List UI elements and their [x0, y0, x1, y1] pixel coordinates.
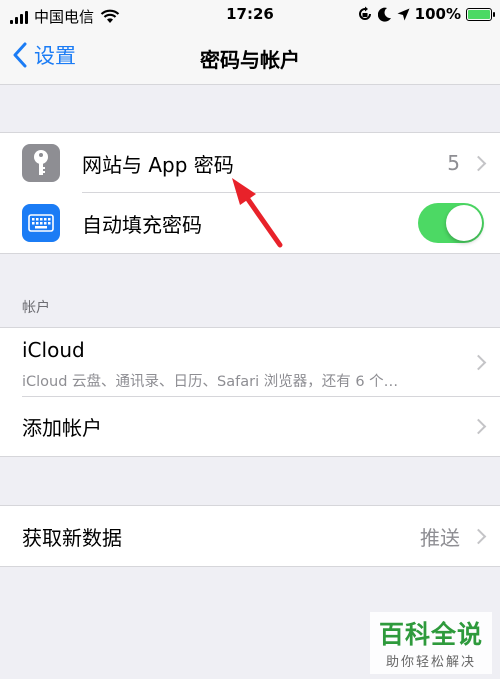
website-passwords-label: 网站与 App 密码: [82, 152, 234, 177]
keyboard-icon: [22, 204, 60, 242]
icloud-subtitle: iCloud 云盘、通讯录、日历、Safari 浏览器，还有 6 个…: [22, 374, 399, 390]
add-account-label: 添加帐户: [22, 416, 102, 440]
battery-fill: [468, 9, 490, 19]
watermark-sub: 助你轻松解决: [385, 655, 476, 670]
battery-percent: 100%: [414, 5, 461, 23]
status-right: 100%: [357, 5, 495, 23]
add-account-row[interactable]: 添加帐户: [22, 396, 500, 456]
chevron-right-icon: [470, 354, 487, 371]
toggle-knob: [446, 205, 482, 241]
chevron-right-icon: [470, 528, 487, 544]
watermark-main: 百科全说: [378, 620, 483, 649]
rotation-lock-icon: [358, 6, 371, 20]
location-icon: [397, 8, 410, 20]
watermark-logo: 百科全说 助你轻松解决: [370, 612, 492, 674]
fetch-group: 获取新数据 推送: [0, 505, 500, 567]
passwords-group: 网站与 App 密码 5 .group .row-sep::after{left…: [0, 132, 500, 254]
website-passwords-count: 5: [447, 151, 460, 175]
chevron-right-icon: [470, 155, 487, 171]
battery-icon: [466, 7, 495, 21]
chevron-right-icon: [470, 418, 487, 435]
key-icon: [22, 144, 60, 182]
fetch-new-data-value: 推送: [420, 525, 460, 550]
website-passwords-row[interactable]: 网站与 App 密码 5: [0, 133, 500, 193]
moon-icon: [377, 7, 391, 22]
accounts-section-header: 帐户: [22, 300, 50, 316]
autofill-label: 自动填充密码: [82, 212, 202, 237]
accounts-group: iCloud 添加帐户: [0, 327, 500, 457]
page-title: 密码与帐户: [200, 48, 300, 72]
fetch-new-data-row[interactable]: 获取新数据 推送: [0, 506, 500, 566]
icloud-label: iCloud: [22, 338, 85, 362]
fetch-new-data-label: 获取新数据: [22, 525, 122, 550]
status-bar: 中国电信 17:26 100%: [0, 0, 500, 30]
navigation-bar: 设置 密码与帐户: [0, 30, 500, 85]
autofill-toggle[interactable]: [418, 203, 484, 243]
autofill-passwords-row: 自动填充密码: [0, 193, 500, 253]
